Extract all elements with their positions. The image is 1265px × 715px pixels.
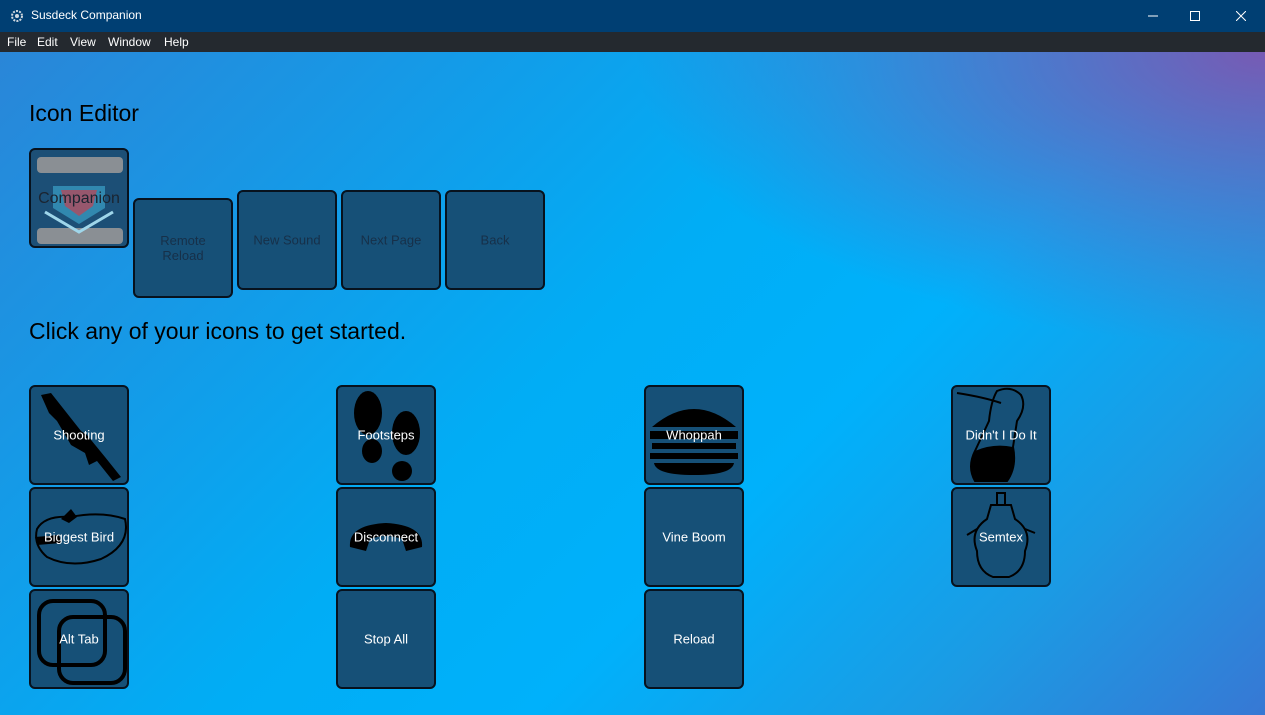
preview-title: Companion (38, 190, 120, 207)
icon-label: Disconnect (353, 529, 419, 545)
menu-edit[interactable]: Edit (37, 35, 58, 49)
icon-label: Whoppah (666, 427, 722, 443)
icon-label: Didn't I Do It (965, 427, 1037, 443)
maximize-icon (1190, 11, 1200, 21)
close-button[interactable] (1218, 0, 1264, 32)
icon-label: Shooting (53, 427, 105, 443)
icon-tile-disconnect[interactable]: Disconnect (336, 487, 436, 587)
next-page-label: Next Page (360, 232, 422, 248)
gear-app-icon (11, 10, 23, 22)
icon-label: Vine Boom (662, 529, 726, 545)
icon-tile-stop-all[interactable]: Stop All (336, 589, 436, 689)
new-sound-button[interactable]: New Sound (237, 190, 337, 290)
main-content: Icon Editor Companion Remote Reload New … (0, 52, 1265, 715)
minimize-button[interactable] (1130, 0, 1176, 32)
title-bar[interactable]: Susdeck Companion (0, 0, 1265, 32)
maximize-button[interactable] (1172, 0, 1218, 32)
icon-tile-footsteps[interactable]: Footsteps (336, 385, 436, 485)
minimize-icon (1148, 15, 1158, 17)
new-sound-label: New Sound (253, 232, 321, 248)
icon-tile-vine-boom[interactable]: Vine Boom (644, 487, 744, 587)
next-page-button[interactable]: Next Page (341, 190, 441, 290)
back-button[interactable]: Back (445, 190, 545, 290)
icon-tile-semtex[interactable]: Semtex (951, 487, 1051, 587)
instructions-heading: Click any of your icons to get started. (29, 318, 407, 344)
icon-label: Reload (673, 631, 715, 647)
menu-help[interactable]: Help (164, 35, 189, 49)
back-label: Back (480, 232, 510, 248)
icon-label: Biggest Bird (43, 529, 115, 545)
menu-file[interactable]: File (7, 35, 26, 49)
menu-window[interactable]: Window (108, 35, 151, 49)
menu-bar: File Edit View Window Help (0, 32, 1265, 52)
remote-reload-label: Remote Reload (160, 233, 206, 263)
icon-tile-whoppah[interactable]: Whoppah (644, 385, 744, 485)
menu-view[interactable]: View (70, 35, 96, 49)
icon-tile-didnt-i-do-it[interactable]: Didn't I Do It (951, 385, 1051, 485)
icon-label: Semtex (978, 529, 1024, 545)
remote-reload-button[interactable]: Remote Reload (133, 198, 233, 298)
icon-tile-shooting[interactable]: Shooting (29, 385, 129, 485)
icon-tile-alt-tab[interactable]: Alt Tab (29, 589, 129, 689)
icon-editor-heading: Icon Editor (29, 100, 139, 126)
companion-preview-tile[interactable]: Companion (29, 148, 129, 248)
icon-tile-biggest-bird[interactable]: Biggest Bird (29, 487, 129, 587)
app-window: Susdeck Companion File Edit View Window … (0, 0, 1265, 715)
icon-label: Footsteps (357, 427, 415, 443)
icon-label: Alt Tab (59, 631, 99, 647)
window-title: Susdeck Companion (31, 8, 142, 22)
icon-label: Stop All (363, 631, 409, 647)
icon-tile-reload[interactable]: Reload (644, 589, 744, 689)
close-icon (1236, 11, 1246, 21)
